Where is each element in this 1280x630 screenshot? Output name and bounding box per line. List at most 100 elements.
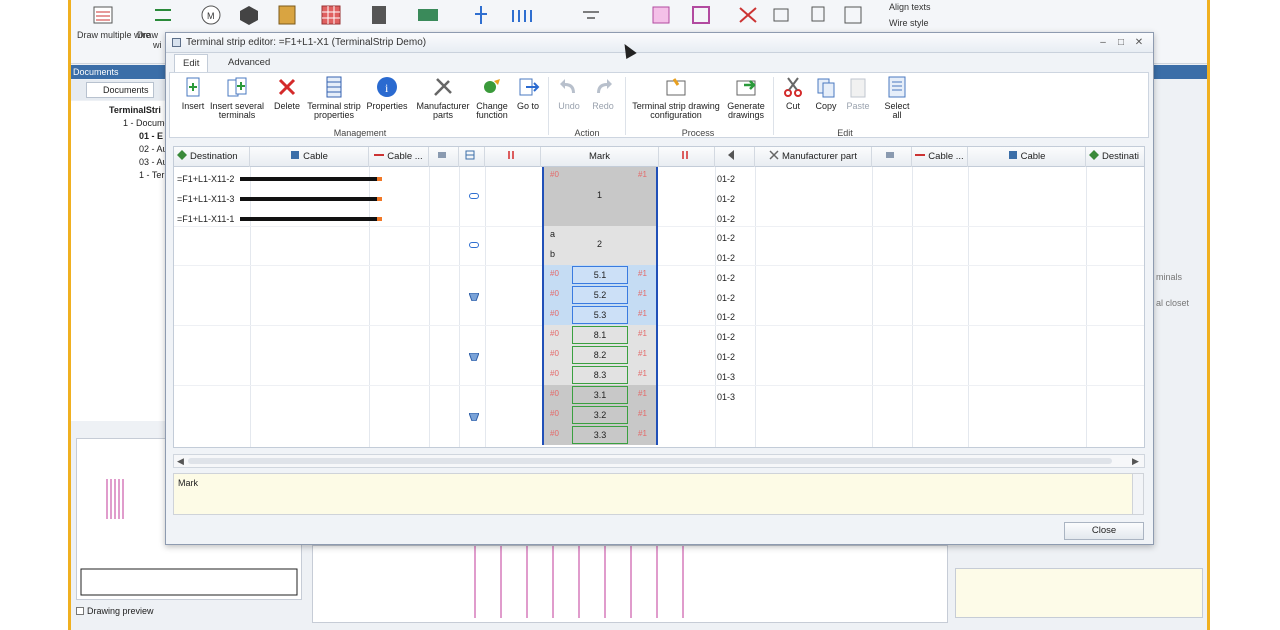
strip-properties-icon [326, 76, 342, 98]
copy-button[interactable]: Copy [812, 75, 840, 111]
fuse-icon[interactable] [509, 4, 533, 26]
bridge-icon[interactable] [469, 413, 479, 421]
scroll-left-icon[interactable]: ◀ [177, 456, 184, 467]
tree-item[interactable]: 1 - Ter [139, 170, 164, 180]
number-cell[interactable]: 01-2 [717, 293, 735, 303]
terminal-grid-icon[interactable] [319, 4, 343, 26]
cube-icon[interactable] [237, 4, 261, 26]
documents-tab[interactable]: Documents [86, 82, 154, 98]
bridge-icon [465, 150, 475, 160]
align-texts-button[interactable]: Align texts [889, 2, 931, 12]
insert-several-terminals-button[interactable]: Insert several terminals [208, 75, 266, 120]
connector-icon[interactable] [366, 4, 390, 26]
header-cable[interactable]: Cable [250, 147, 369, 167]
tree-item[interactable]: 01 - E [139, 131, 163, 141]
number-cell[interactable]: 01-3 [717, 392, 735, 402]
maximize-button[interactable]: □ [1114, 36, 1128, 50]
motor-symbol-icon[interactable]: M [199, 4, 223, 26]
tree-item[interactable]: 02 - Au [139, 144, 168, 154]
header-cable-right[interactable]: Cable [968, 147, 1086, 167]
layout-icon[interactable] [841, 4, 865, 26]
mark-cell-terminal[interactable]: #0 #1 1 [542, 167, 658, 226]
link-icon[interactable] [469, 242, 479, 248]
tree-root[interactable]: TerminalStri [109, 105, 161, 115]
bridge-icon[interactable] [469, 293, 479, 301]
header-destination-right[interactable]: Destinati [1086, 147, 1144, 167]
number-cell[interactable]: 01-3 [717, 372, 735, 382]
dialog-titlebar[interactable]: Terminal strip editor: =F1+L1-X1 (Termin… [166, 33, 1153, 53]
mark-cell-level-group[interactable]: #0 #1 #0 #1 #0 #1 8.1 8.2 8.3 [542, 325, 658, 385]
tree-item[interactable]: 1 - Docume [123, 118, 170, 128]
draw-wire-icon[interactable] [151, 4, 175, 26]
header-cable-connection[interactable]: Cable ... [369, 147, 429, 167]
destination-cell[interactable]: =F1+L1-X11-1 [177, 214, 234, 224]
header-bridge[interactable] [459, 147, 485, 167]
bridge-icon[interactable] [469, 353, 479, 361]
change-function-button[interactable]: Change function [472, 75, 512, 120]
fit-icon[interactable] [769, 4, 793, 26]
grounding-icon[interactable] [579, 4, 603, 26]
number-cell[interactable]: 01-2 [717, 174, 735, 184]
link-icon[interactable] [469, 193, 479, 199]
pink-block-icon[interactable] [649, 4, 673, 26]
header-sort[interactable] [485, 147, 541, 167]
undo-button[interactable]: Undo [554, 75, 584, 111]
header-mark[interactable]: Mark [541, 147, 659, 167]
sensor-icon[interactable] [469, 4, 493, 26]
tab-advanced[interactable]: Advanced [220, 54, 278, 72]
manufacturer-parts-button[interactable]: Manufacturer parts [416, 75, 470, 120]
delete-button[interactable]: Delete [272, 75, 302, 111]
pcb-icon[interactable] [416, 4, 440, 26]
number-cell[interactable]: 01-2 [717, 253, 735, 263]
number-cell[interactable]: 01-2 [717, 233, 735, 243]
header-jumper-right[interactable] [872, 147, 912, 167]
close-window-button[interactable]: ✕ [1132, 36, 1146, 50]
draw-multiple-wire-icon[interactable] [91, 4, 115, 26]
destination-cell[interactable]: =F1+L1-X11-3 [177, 194, 234, 204]
header-level[interactable] [715, 147, 755, 167]
mark-cell-level-group[interactable]: #0 #1 #0 #1 #0 #1 3.1 3.2 3.3 [542, 385, 658, 445]
redo-button[interactable]: Redo [588, 75, 618, 111]
cabinet-icon[interactable] [275, 4, 299, 26]
close-button[interactable]: Close [1064, 522, 1144, 540]
cut-button[interactable]: Cut [780, 75, 806, 111]
manufacturer-parts-icon [434, 78, 452, 96]
number-cell[interactable]: 01-2 [717, 312, 735, 322]
number-cell[interactable]: 01-2 [717, 332, 735, 342]
number-cell[interactable]: 01-2 [717, 214, 735, 224]
pink-frame-icon[interactable] [689, 4, 713, 26]
number-cell[interactable]: 01-2 [717, 352, 735, 362]
copy-drawing-icon[interactable] [806, 4, 830, 26]
drawing-preview-checkbox[interactable]: Drawing preview [76, 606, 154, 616]
mark-cell-terminal[interactable]: a b 2 [542, 226, 658, 265]
terminal-strip-drawing-configuration-button[interactable]: Terminal strip drawing configuration [628, 75, 724, 120]
mark-cell-level-group[interactable]: #0 #1 #0 #1 #0 #1 5.1 5.2 5.3 [542, 265, 658, 325]
checkbox-icon [76, 607, 84, 615]
wire-cross-icon[interactable] [736, 4, 760, 26]
tab-edit[interactable]: Edit [174, 54, 209, 72]
header-cable-connection-right[interactable]: Cable ... [912, 147, 968, 167]
go-to-button[interactable]: Go to [516, 75, 540, 111]
editor-ribbon: Insert Insert several terminals Delete T… [169, 72, 1149, 138]
number-cell[interactable]: 01-2 [717, 194, 735, 204]
terminal-strip-properties-button[interactable]: Terminal strip properties [304, 75, 364, 120]
header-sort-right[interactable] [659, 147, 715, 167]
grid-horizontal-scrollbar[interactable]: ◀ ▶ [173, 454, 1145, 468]
header-manufacturer-part[interactable]: Manufacturer part [755, 147, 872, 167]
scroll-right-icon[interactable]: ▶ [1132, 456, 1139, 467]
insert-button[interactable]: Insert [178, 75, 208, 111]
minimize-button[interactable]: – [1096, 36, 1110, 50]
tree-item[interactable]: 03 - Au [139, 157, 168, 167]
scrollbar-thumb[interactable] [188, 458, 1112, 464]
header-jumper[interactable] [429, 147, 459, 167]
cable-connection-icon [374, 154, 385, 156]
generate-drawings-button[interactable]: Generate drawings [724, 75, 768, 120]
wire-style-button[interactable]: Wire style [889, 18, 929, 28]
number-cell[interactable]: 01-2 [717, 273, 735, 283]
destination-cell[interactable]: =F1+L1-X11-2 [177, 174, 234, 184]
header-destination[interactable]: Destination [174, 147, 250, 167]
paste-button[interactable]: Paste [844, 75, 872, 111]
property-vertical-scrollbar[interactable] [1132, 473, 1144, 515]
select-all-button[interactable]: Select all [880, 75, 914, 120]
properties-button[interactable]: i Properties [366, 75, 408, 111]
